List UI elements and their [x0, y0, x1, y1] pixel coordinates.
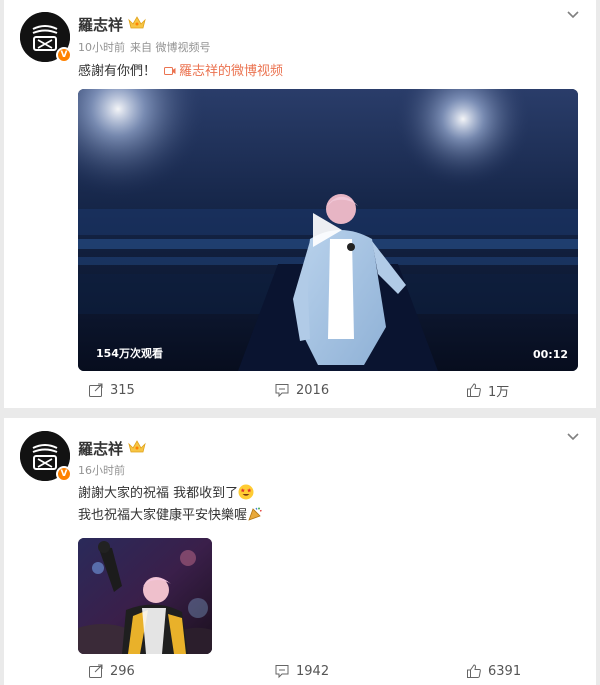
thumbs-up-icon [467, 383, 481, 397]
forward-button[interactable]: 296 [88, 656, 135, 685]
crown-icon [128, 440, 146, 453]
play-icon[interactable] [310, 211, 344, 249]
video-link[interactable]: 羅志祥的微博视频 [164, 64, 283, 79]
chevron-down-icon[interactable] [566, 10, 580, 20]
like-button[interactable]: 1万 [466, 375, 509, 405]
video-view-count: 154万次观看 [96, 347, 163, 360]
chevron-down-icon[interactable] [566, 432, 580, 442]
post-source[interactable]: 来自 微博视频号 [130, 41, 211, 54]
author-avatar[interactable]: V [20, 431, 72, 482]
weibo-post-1: V 羅志祥 10小时前 来自 微博视频号 感謝有你們！ 羅志祥的微博视频 154… [4, 0, 596, 408]
post-text: 感謝有你們！ 羅志祥的微博视频 [78, 61, 283, 83]
post-image[interactable] [78, 538, 212, 654]
video-duration: 00:12 [532, 348, 568, 361]
video-player[interactable]: 154万次观看 00:12 [78, 89, 578, 371]
author-avatar[interactable]: V [20, 12, 72, 63]
comment-button[interactable]: 2016 [274, 375, 329, 405]
post-text-line: 謝謝大家的祝福 我都收到了 [78, 483, 263, 505]
post-time[interactable]: 16小时前 [78, 464, 125, 477]
weibo-post-2: V 羅志祥 16小时前 謝謝大家的祝福 我都收到了 我也祝福大家健康平安快樂喔 [4, 418, 596, 685]
thumbs-up-icon [467, 664, 481, 678]
post-text: 謝謝大家的祝福 我都收到了 我也祝福大家健康平安快樂喔 [78, 483, 263, 527]
post-text-line: 我也祝福大家健康平安快樂喔 [78, 505, 263, 527]
post-text-line-1: 謝謝大家的祝福 我都收到了 [78, 486, 239, 501]
star-struck-emoji-icon [238, 484, 254, 500]
crown-icon [128, 16, 146, 29]
video-link-text: 羅志祥的微博视频 [179, 64, 284, 79]
forward-count: 315 [110, 382, 135, 398]
author-name[interactable]: 羅志祥 [78, 14, 123, 35]
forward-count: 296 [110, 663, 135, 679]
post-actions: 315 2016 1万 [4, 375, 596, 405]
party-popper-emoji-icon [248, 507, 262, 521]
post-meta: 16小时前 [78, 462, 130, 478]
post-text-line-2: 我也祝福大家健康平安快樂喔 [78, 508, 248, 523]
like-button[interactable]: 6391 [466, 656, 521, 685]
post-actions: 296 1942 6391 [4, 656, 596, 685]
post-text-content: 感謝有你們！ [78, 64, 157, 79]
forward-button[interactable]: 315 [88, 375, 135, 405]
like-count: 6391 [488, 663, 522, 679]
video-camera-icon [164, 67, 176, 75]
forward-icon [89, 664, 103, 678]
forward-icon [89, 383, 103, 397]
post-time[interactable]: 10小时前 [78, 41, 125, 54]
verified-badge-icon: V [56, 47, 72, 63]
author-name[interactable]: 羅志祥 [78, 438, 123, 459]
comment-button[interactable]: 1942 [274, 656, 329, 685]
post-meta: 10小时前 来自 微博视频号 [78, 39, 216, 55]
verified-badge-icon: V [56, 466, 72, 482]
comment-count: 1942 [296, 663, 330, 679]
comment-icon [275, 384, 289, 398]
comment-icon [275, 665, 289, 679]
post-photo-content [78, 538, 212, 654]
like-count: 1万 [488, 384, 510, 400]
comment-count: 2016 [296, 382, 330, 398]
